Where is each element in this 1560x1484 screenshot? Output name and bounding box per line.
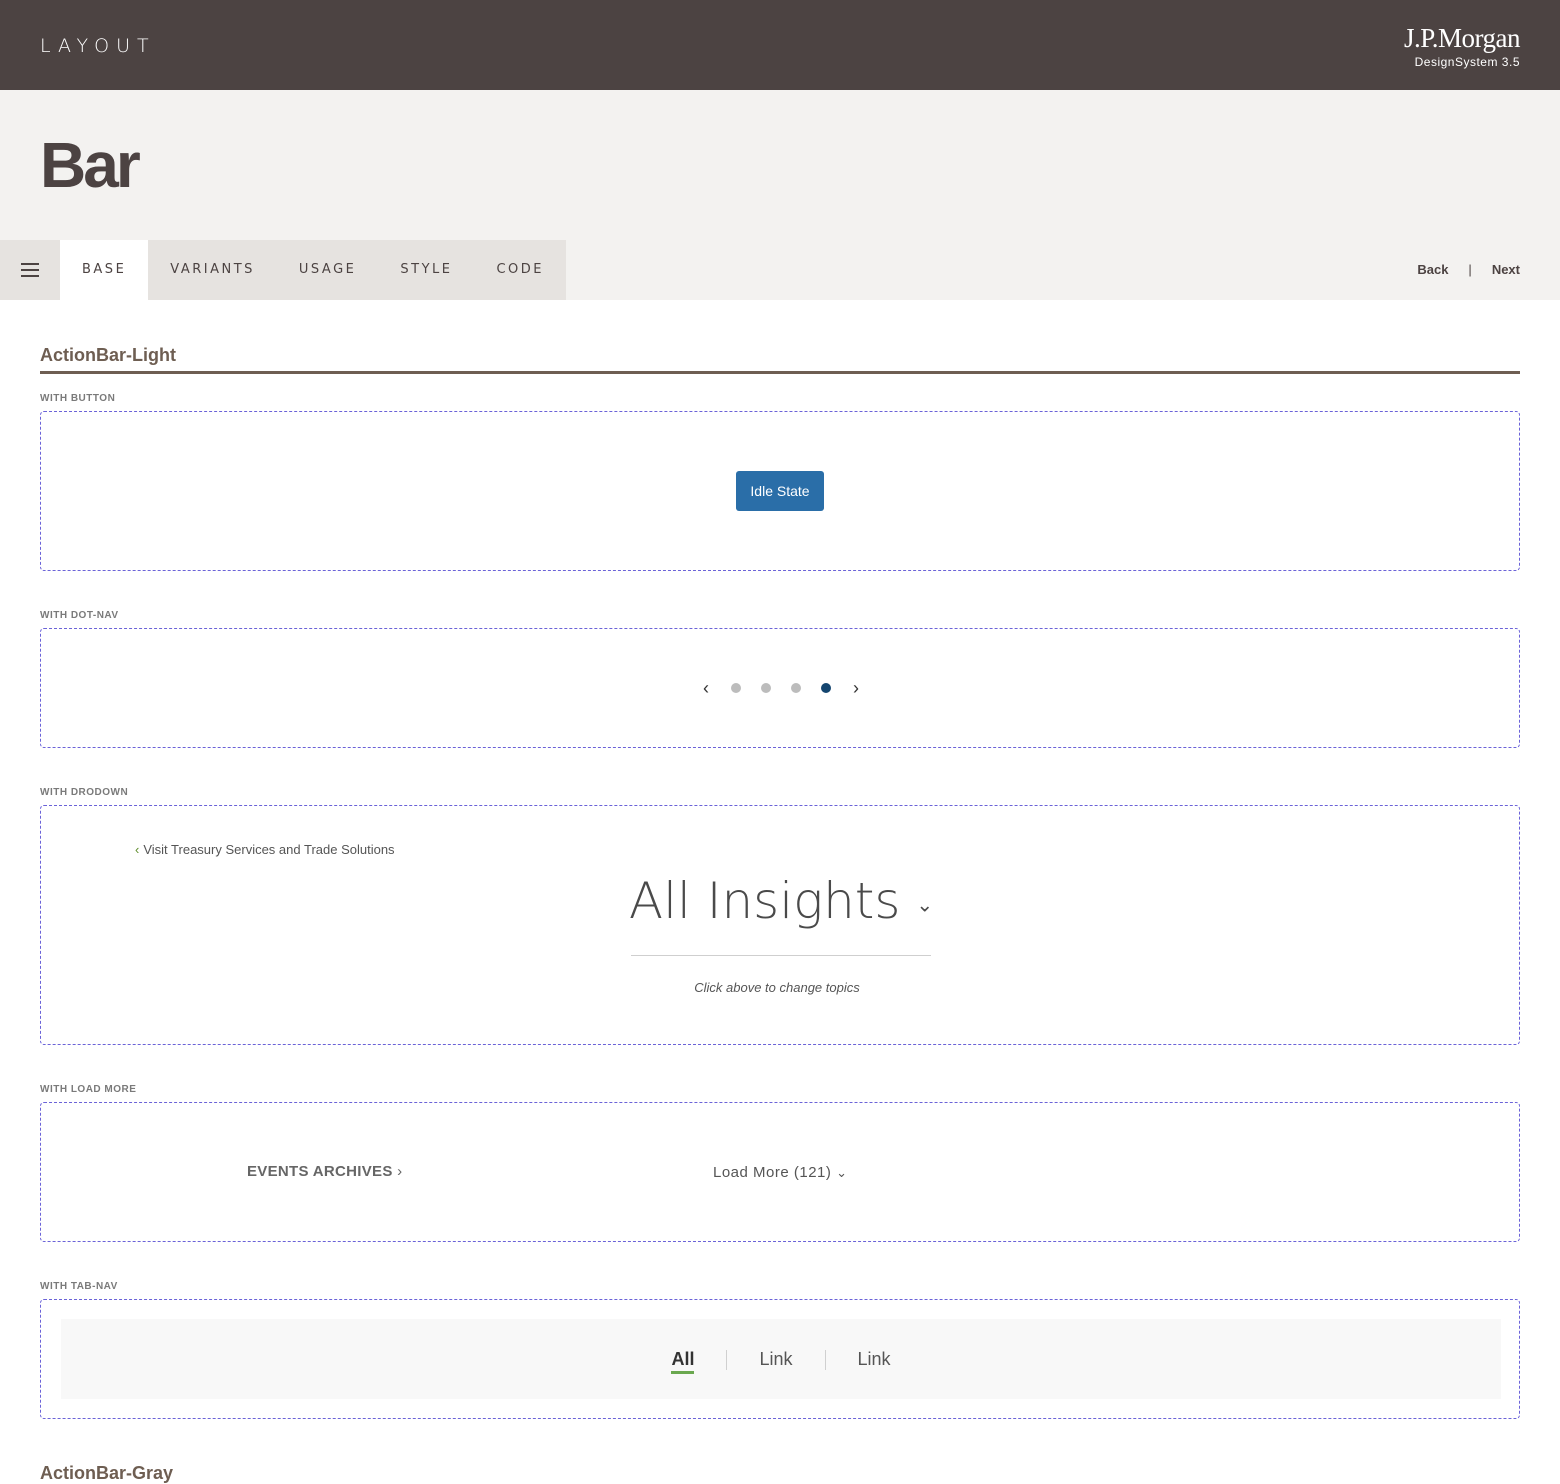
demo-with-load-more: EVENTS ARCHIVES › Load More (121) ⌄ [40,1102,1520,1242]
tabnav-link-all[interactable]: All [639,1349,726,1374]
brand-logo[interactable]: J.P.Morgan DesignSystem 3.5 [1403,23,1521,69]
chevron-down-icon: ⌄ [836,1165,848,1180]
topic-dropdown[interactable]: All Insights ⌄ [41,872,1521,930]
page-title: Bar [40,129,141,201]
topic-heading: All Insights [628,872,901,930]
demo-with-tabnav: All Link Link [40,1299,1520,1419]
design-system-version: DesignSystem 3.5 [1414,55,1520,69]
section-title-actionbar-light: ActionBar-Light [40,345,176,365]
top-header: LAYOUT J.P.Morgan DesignSystem 3.5 [0,0,1560,90]
tabnav-link[interactable]: Link [826,1349,923,1370]
nav-dot-active[interactable] [821,683,831,693]
pager: Back | Next [1417,262,1520,277]
back-link-label: Visit Treasury Services and Trade Soluti… [143,842,395,857]
tab-usage[interactable]: USAGE [277,240,378,300]
back-link[interactable]: Back [1417,262,1448,277]
nav-dot[interactable] [791,683,801,693]
chevron-right-icon[interactable]: › [851,678,861,698]
demo-with-dotnav: ‹ › [40,628,1520,748]
section-title-actionbar-gray: ActionBar-Gray [40,1463,174,1483]
dropdown-hint: Click above to change topics [694,980,860,995]
dot-navigation: ‹ › [701,678,861,698]
idle-state-button[interactable]: Idle State [736,471,824,511]
chevron-left-icon: ‹ [135,842,140,857]
dropdown-underline [631,955,931,956]
events-archives-label: EVENTS ARCHIVES [247,1163,393,1180]
tab-bar: BASE VARIANTS USAGE STYLE CODE [0,240,567,300]
chevron-down-icon: ⌄ [916,892,934,917]
load-more-label: Load More (121) [713,1164,832,1181]
nav-dot[interactable] [761,683,771,693]
tabnav-link[interactable]: Link [727,1349,824,1370]
tab-navigation: All Link Link [61,1319,1501,1399]
pager-separator: | [1468,262,1472,277]
chevron-right-icon: › [397,1163,403,1180]
chevron-left-icon[interactable]: ‹ [701,678,711,698]
tab-variants[interactable]: VARIANTS [148,240,277,300]
brand-name: J.P.Morgan [1403,23,1521,53]
tab-style[interactable]: STYLE [378,240,474,300]
demo-with-button: Idle State [40,411,1520,571]
hamburger-menu-icon[interactable] [0,240,60,300]
load-more-button[interactable]: Load More (121) ⌄ [713,1164,847,1181]
demo-with-dropdown: ‹ Visit Treasury Services and Trade Solut… [40,805,1520,1045]
tab-code[interactable]: CODE [474,240,566,300]
events-archives-link[interactable]: EVENTS ARCHIVES › [247,1163,402,1180]
nav-dot[interactable] [731,683,741,693]
demo-label-with-dropdown: WITH DRODOWN [40,787,129,798]
treasury-back-link[interactable]: ‹ Visit Treasury Services and Trade Solut… [135,842,395,857]
page-hero: Bar BASE VARIANTS USAGE STYLE CODE Back … [0,90,1560,300]
next-link[interactable]: Next [1492,262,1520,277]
demo-label-with-button: WITH BUTTON [40,393,116,404]
section-name: LAYOUT [40,35,156,57]
demo-label-with-tabnav: WITH TAB-NAV [40,1281,118,1292]
demo-label-with-load-more: WITH LOAD MORE [40,1084,137,1095]
section-divider [40,371,1520,374]
demo-label-with-dotnav: WITH DOT-NAV [40,610,119,621]
tab-base[interactable]: BASE [60,240,149,300]
